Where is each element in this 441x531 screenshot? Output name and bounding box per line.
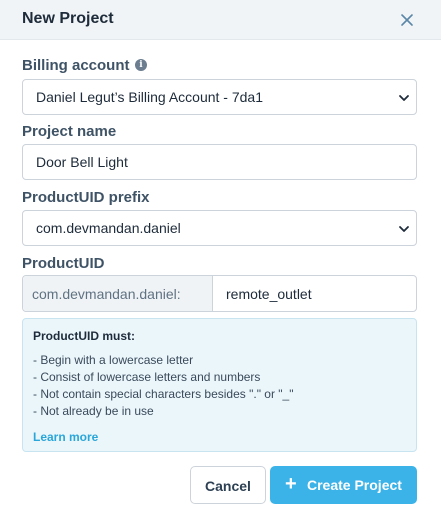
plus-icon: + (285, 473, 297, 495)
billing-account-select[interactable]: Daniel Legut’s Billing Account - 7da1 (22, 79, 417, 115)
productuid-prefix-label: ProductUID prefix (22, 189, 150, 206)
productuid-prefix-value: com.devmandan.daniel (36, 220, 181, 236)
learn-more-link[interactable]: Learn more (33, 430, 98, 444)
billing-account-label: Billing account (22, 57, 130, 74)
rule-item: - Not already be in use (33, 404, 154, 418)
productuid-rules-box: ProductUID must: - Begin with a lowercas… (22, 318, 417, 452)
close-icon (401, 14, 413, 26)
chevron-down-icon (399, 226, 409, 232)
cancel-button-label: Cancel (205, 478, 251, 494)
cancel-button[interactable]: Cancel (190, 466, 266, 504)
project-name-value: Door Bell Light (36, 154, 128, 170)
new-project-modal: New Project Billing account i Daniel Leg… (0, 0, 441, 531)
productuid-prefix-addon: com.devmandan.daniel: (23, 276, 213, 311)
close-button[interactable] (396, 9, 418, 31)
project-name-label: Project name (22, 123, 117, 140)
create-project-button-label: Create Project (307, 477, 402, 493)
productuid-label: ProductUID (22, 255, 105, 272)
project-name-input[interactable]: Door Bell Light (22, 144, 417, 180)
productuid-prefix-text: com.devmandan.daniel: (32, 286, 181, 302)
rule-item: - Consist of lowercase letters and numbe… (33, 370, 261, 384)
billing-account-value: Daniel Legut’s Billing Account - 7da1 (36, 89, 264, 105)
modal-header: New Project (0, 0, 441, 40)
chevron-down-icon (399, 95, 409, 101)
info-icon[interactable]: i (135, 59, 147, 71)
create-project-button[interactable]: + Create Project (270, 466, 417, 504)
modal-title: New Project (22, 10, 114, 27)
rule-item: - Begin with a lowercase letter (33, 353, 194, 367)
productuid-input-group: com.devmandan.daniel: remote_outlet (22, 275, 417, 312)
productuid-value: remote_outlet (226, 286, 312, 302)
rules-title: ProductUID must: (33, 329, 135, 343)
rule-item: - Not contain special characters besides… (33, 387, 294, 401)
productuid-prefix-select[interactable]: com.devmandan.daniel (22, 210, 417, 246)
